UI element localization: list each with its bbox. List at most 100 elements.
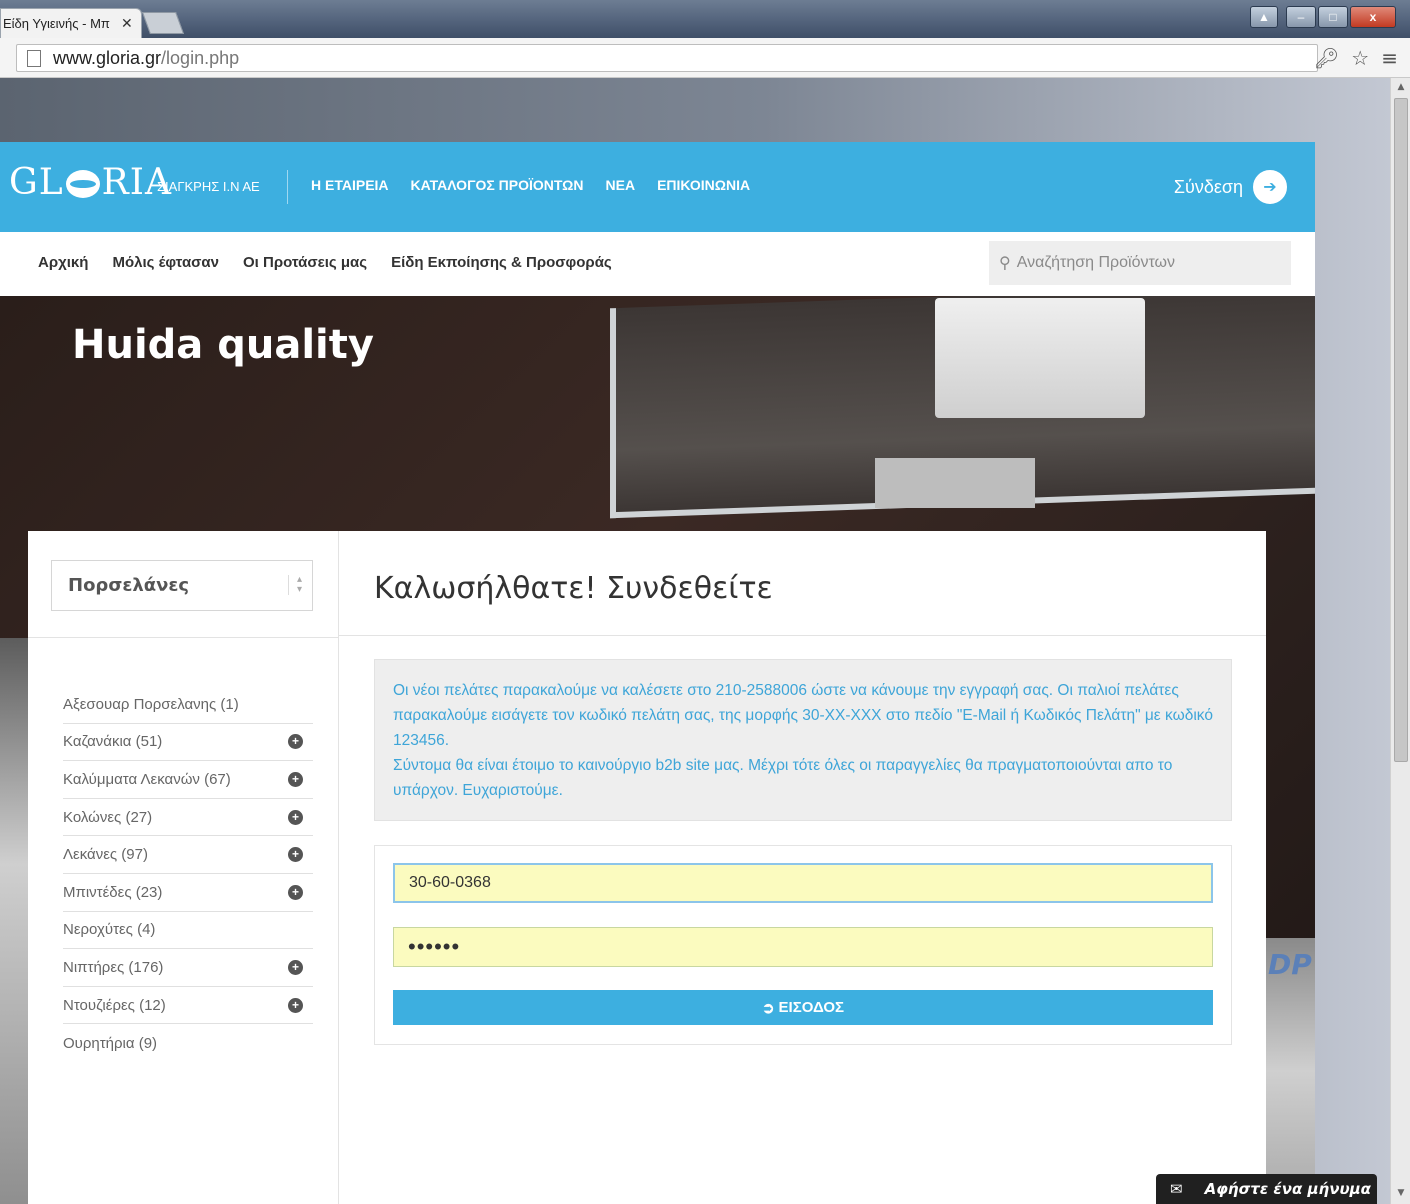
login-arrow-icon: ➔ <box>1253 170 1287 204</box>
category-label: Νεροχύτες (4) <box>63 921 156 939</box>
category-label: Μπιντέδες (23) <box>63 883 163 901</box>
nav-catalog[interactable]: ΚΑΤΑΛΟΓΟΣ ΠΡΟΪΟΝΤΩΝ <box>411 177 584 193</box>
login-form: 30-60-0368 •••••• ➲ ΕΙΣΟΔΟΣ <box>374 845 1232 1045</box>
expand-plus-icon[interactable]: + <box>288 809 303 825</box>
category-item[interactable]: Ντουζιέρες (12) + <box>63 987 313 1025</box>
category-label: Ουρητήρια (9) <box>63 1034 158 1052</box>
search-placeholder: Αναζήτηση Προϊόντων <box>1016 254 1176 271</box>
new-tab-button[interactable] <box>141 12 185 34</box>
tab-close-icon[interactable]: ✕ <box>121 15 133 32</box>
url-path: /login.php <box>161 47 240 68</box>
scroll-up-arrow-icon[interactable]: ▲ <box>1395 82 1407 94</box>
window-controls: ▲ – □ x <box>1250 6 1396 28</box>
close-window-button[interactable]: x <box>1350 6 1396 28</box>
expand-plus-icon[interactable]: + <box>288 847 303 863</box>
hero-sink-image <box>935 298 1145 418</box>
expand-plus-icon[interactable]: + <box>288 997 303 1013</box>
category-label: Λεκάνες (97) <box>63 846 148 864</box>
info-notice: Οι νέοι πελάτες παρακαλούμε να καλέσετε … <box>374 659 1232 821</box>
category-item[interactable]: Νεροχύτες (4) <box>63 912 313 950</box>
notice-paragraph-2: Σύντομα θα είναι έτοιμο το καινούργιο b2… <box>393 757 1173 799</box>
gloria-logo[interactable]: GL RIA <box>9 162 172 203</box>
url-host: www.gloria.gr <box>53 47 162 68</box>
category-item[interactable]: Κολώνες (27) + <box>63 799 313 837</box>
subnav-home[interactable]: Αρχική <box>38 254 88 271</box>
nav-news[interactable]: ΝΕΑ <box>606 177 636 193</box>
site-header: GL RIA ΣΙΑΓΚΡΗΣ Ι.Ν ΑΕ Η ΕΤΑΙΡΕΙΑ ΚΑΤΑΛΟ… <box>0 142 1315 232</box>
category-item[interactable]: Καλύμματα Λεκανών (67) + <box>63 761 313 799</box>
category-item[interactable]: Λεκάνες (97) + <box>63 836 313 874</box>
toolbar-right: 🔑︎ ☆ ≡ <box>1314 46 1398 70</box>
login-label: Σύνδεση <box>1173 176 1243 197</box>
password-input[interactable]: •••••• <box>393 927 1213 967</box>
hero-shelf-image <box>875 458 1035 508</box>
hero-title: Huida quality <box>72 322 374 368</box>
menu-icon[interactable]: ≡ <box>1381 46 1398 70</box>
category-label: Καζανάκια (51) <box>63 733 163 751</box>
maximize-button[interactable]: □ <box>1318 6 1348 28</box>
search-icon: ⚲ <box>999 255 1011 272</box>
logo-globe-icon <box>65 169 100 198</box>
product-search-input[interactable]: ⚲ Αναζήτηση Προϊόντων <box>989 241 1291 285</box>
nav-company[interactable]: Η ΕΤΑΙΡΕΙΑ <box>311 177 389 193</box>
select-arrows-icon: ▴ ▾ <box>287 575 302 595</box>
category-label: Καλύμματα Λεκανών (67) <box>63 770 231 788</box>
bookmark-star-icon[interactable]: ☆ <box>1351 46 1369 70</box>
scroll-down-arrow-icon[interactable]: ▼ <box>1395 1188 1407 1200</box>
hero-watermark: DP <box>1268 948 1312 981</box>
logo-text-left: GL <box>9 162 64 203</box>
page-title: Καλωσήλθατε! Συνδεθείτε <box>374 571 773 606</box>
sidebar-divider <box>28 637 339 638</box>
chat-label: Αφήστε ένα μήνυμα <box>1204 1180 1371 1198</box>
subnav-offers[interactable]: Είδη Εκποίησης & Προσφοράς <box>391 254 612 271</box>
category-select[interactable]: Πορσελάνες ▴ ▾ <box>51 560 313 611</box>
category-label: Αξεσουαρ Πορσελανης (1) <box>63 695 239 713</box>
category-select-value: Πορσελάνες <box>68 575 190 596</box>
address-bar: www.gloria.gr/login.php 🔑︎ ☆ ≡ <box>0 38 1410 78</box>
minimize-button[interactable]: – <box>1286 6 1316 28</box>
category-sidebar: Πορσελάνες ▴ ▾ Αξεσουαρ Πορσελανης (1) Καζ… <box>28 531 339 1204</box>
secondary-links: Αρχική Μόλις έφτασαν Οι Προτάσεις μας Εί… <box>38 254 612 271</box>
content-panel: Πορσελάνες ▴ ▾ Αξεσουαρ Πορσελανης (1) Καζ… <box>28 531 1266 1204</box>
category-item[interactable]: Ουρητήρια (9) <box>63 1024 313 1062</box>
category-item[interactable]: Μπιντέδες (23) + <box>63 874 313 912</box>
category-label: Κολώνες (27) <box>63 808 153 826</box>
browser-tab[interactable]: Είδη Υγιεινής - Μπ ✕ <box>0 8 142 38</box>
page-viewport: DP GL RIA ΣΙΑΓΚΡΗΣ Ι.Ν ΑΕ Η ΕΤΑΙΡΕΙΑ ΚΑΤ… <box>0 78 1390 1204</box>
login-submit-button[interactable]: ➲ ΕΙΣΟΔΟΣ <box>393 990 1213 1025</box>
url-field[interactable]: www.gloria.gr/login.php <box>16 44 1318 72</box>
category-item[interactable]: Καζανάκια (51) + <box>63 724 313 762</box>
browser-titlebar: Είδη Υγιεινής - Μπ ✕ ▲ – □ x <box>0 0 1410 38</box>
subnav-new-arrivals[interactable]: Μόλις έφτασαν <box>112 254 219 271</box>
username-input[interactable]: 30-60-0368 <box>393 863 1213 903</box>
user-profile-button[interactable]: ▲ <box>1250 6 1278 28</box>
category-list: Αξεσουαρ Πορσελανης (1) Καζανάκια (51) + Κα… <box>63 686 313 1062</box>
subnav-suggestions[interactable]: Οι Προτάσεις μας <box>243 254 367 271</box>
tab-title: Είδη Υγιεινής - Μπ <box>3 16 110 31</box>
category-item[interactable]: Αξεσουαρ Πορσελανης (1) <box>63 686 313 724</box>
category-label: Ντουζιέρες (12) <box>63 996 166 1014</box>
header-divider <box>287 170 288 204</box>
hero-left-edge <box>0 638 28 1204</box>
nav-contact[interactable]: ΕΠΙΚΟΙΝΩΝΙΑ <box>657 177 750 193</box>
notice-paragraph-1: Οι νέοι πελάτες παρακαλούμε να καλέσετε … <box>393 682 1213 749</box>
category-label: Νιπτήρες (176) <box>63 958 164 976</box>
expand-plus-icon[interactable]: + <box>288 884 303 900</box>
page-icon <box>27 49 41 67</box>
category-item[interactable]: Νιπτήρες (176) + <box>63 949 313 987</box>
expand-plus-icon[interactable]: + <box>288 771 303 787</box>
title-divider <box>339 635 1266 636</box>
expand-plus-icon[interactable]: + <box>288 734 303 750</box>
expand-plus-icon[interactable]: + <box>288 959 303 975</box>
submit-label: ΕΙΣΟΔΟΣ <box>778 999 845 1016</box>
sign-in-icon: ➲ <box>761 999 775 1017</box>
page-scrollbar[interactable]: ▲ ▼ <box>1390 78 1410 1204</box>
chat-widget-tab[interactable]: ✉ Αφήστε ένα μήνυμα <box>1156 1174 1377 1204</box>
scroll-thumb[interactable] <box>1394 98 1408 762</box>
key-icon[interactable]: 🔑︎ <box>1314 46 1339 70</box>
login-link[interactable]: Σύνδεση ➔ <box>1174 170 1287 204</box>
main-nav: Η ΕΤΑΙΡΕΙΑ ΚΑΤΑΛΟΓΟΣ ΠΡΟΪΟΝΤΩΝ ΝΕΑ ΕΠΙΚΟ… <box>311 177 750 193</box>
envelope-icon: ✉ <box>1170 1180 1183 1198</box>
company-name: ΣΙΑΓΚΡΗΣ Ι.Ν ΑΕ <box>157 179 260 194</box>
secondary-nav: Αρχική Μόλις έφτασαν Οι Προτάσεις μας Εί… <box>0 232 1315 296</box>
